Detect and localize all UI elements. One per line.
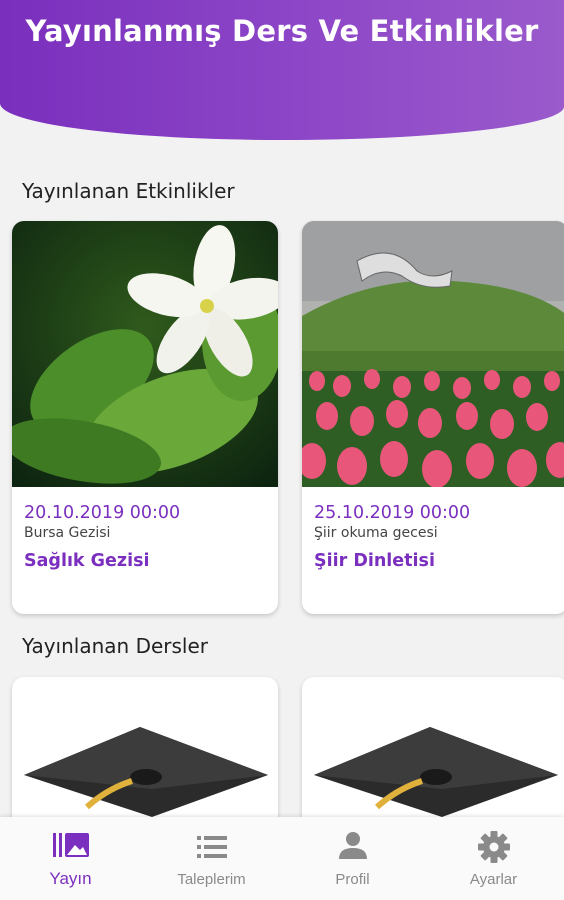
jasmine-flower-image xyxy=(12,221,278,487)
event-title: Şiir Dinletisi xyxy=(314,551,435,571)
nav-item-yayin[interactable]: Yayın xyxy=(0,817,141,900)
event-date: 20.10.2019 00:00 xyxy=(24,503,181,523)
person-icon xyxy=(338,832,367,859)
nav-label-taleplerim: Taleplerim xyxy=(177,871,246,888)
graduation-cap-icon xyxy=(24,727,268,817)
nav-item-ayarlar[interactable]: Ayarlar xyxy=(423,817,564,900)
nav-label-profil: Profil xyxy=(335,871,370,888)
event-subtitle: Bursa Gezisi xyxy=(24,525,111,541)
event-title: Sağlık Gezisi xyxy=(24,551,150,571)
list-icon xyxy=(196,836,227,858)
lessons-section-title: Yayınlanan Dersler xyxy=(22,634,208,658)
gear-icon xyxy=(477,831,510,863)
event-date: 25.10.2019 00:00 xyxy=(314,503,471,523)
nav-item-profil[interactable]: Profil xyxy=(282,817,423,900)
event-card[interactable]: 25.10.2019 00:00 Şiir okuma gecesi Şiir … xyxy=(302,221,564,614)
nav-label-ayarlar: Ayarlar xyxy=(469,871,518,888)
bottom-navigation: Yayın Taleplerim Profil Ayarlar xyxy=(0,817,564,900)
page-title: Yayınlanmış Ders Ve Etkinlikler xyxy=(25,14,539,48)
nav-label-yayin: Yayın xyxy=(49,869,92,888)
events-section-title: Yayınlanan Etkinlikler xyxy=(22,179,235,203)
event-card[interactable]: 20.10.2019 00:00 Bursa Gezisi Sağlık Gez… xyxy=(12,221,278,614)
header: Yayınlanmış Ders Ve Etkinlikler xyxy=(0,0,564,140)
nav-item-taleplerim[interactable]: Taleplerim xyxy=(141,817,282,900)
event-subtitle: Şiir okuma gecesi xyxy=(314,525,438,541)
tulip-field-image xyxy=(302,221,564,487)
gallery-icon xyxy=(52,833,89,857)
graduation-cap-icon xyxy=(314,727,558,817)
